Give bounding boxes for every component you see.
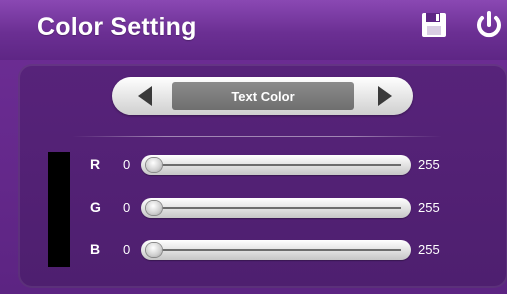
slider-row-blue: B 0 255 [0,238,507,262]
max-value-blue: 255 [418,242,440,257]
slider-row-red: R 0 255 [0,153,507,177]
title-bar: Color Setting [0,0,507,60]
blue-slider-knob[interactable] [146,243,162,257]
page-title: Color Setting [37,13,197,41]
divider [72,136,442,137]
green-slider-knob[interactable] [146,201,162,215]
red-slider[interactable] [141,155,411,175]
save-icon [422,13,446,37]
selector-value: Text Color [172,82,354,110]
green-slider[interactable] [141,198,411,218]
min-value-blue: 0 [123,242,131,257]
slider-groove [153,249,401,251]
max-value-red: 255 [418,157,440,172]
color-target-selector: Text Color [112,77,413,115]
red-slider-knob[interactable] [146,158,162,172]
slider-row-green: G 0 255 [0,196,507,220]
slider-groove [153,164,401,166]
power-button[interactable] [472,9,506,43]
channel-label-green: G [90,199,101,215]
min-value-red: 0 [123,157,131,172]
save-button[interactable] [419,9,453,43]
right-arrow-icon [378,86,392,106]
color-setting-window: Color Setting Text Color R 0 255 G 0 255… [0,0,507,294]
power-icon [477,11,501,38]
next-button[interactable] [364,77,414,115]
slider-groove [153,207,401,209]
blue-slider[interactable] [141,240,411,260]
min-value-green: 0 [123,200,131,215]
channel-label-blue: B [90,241,101,257]
previous-button[interactable] [122,77,172,115]
left-arrow-icon [138,86,152,106]
max-value-green: 255 [418,200,440,215]
channel-label-red: R [90,156,101,172]
